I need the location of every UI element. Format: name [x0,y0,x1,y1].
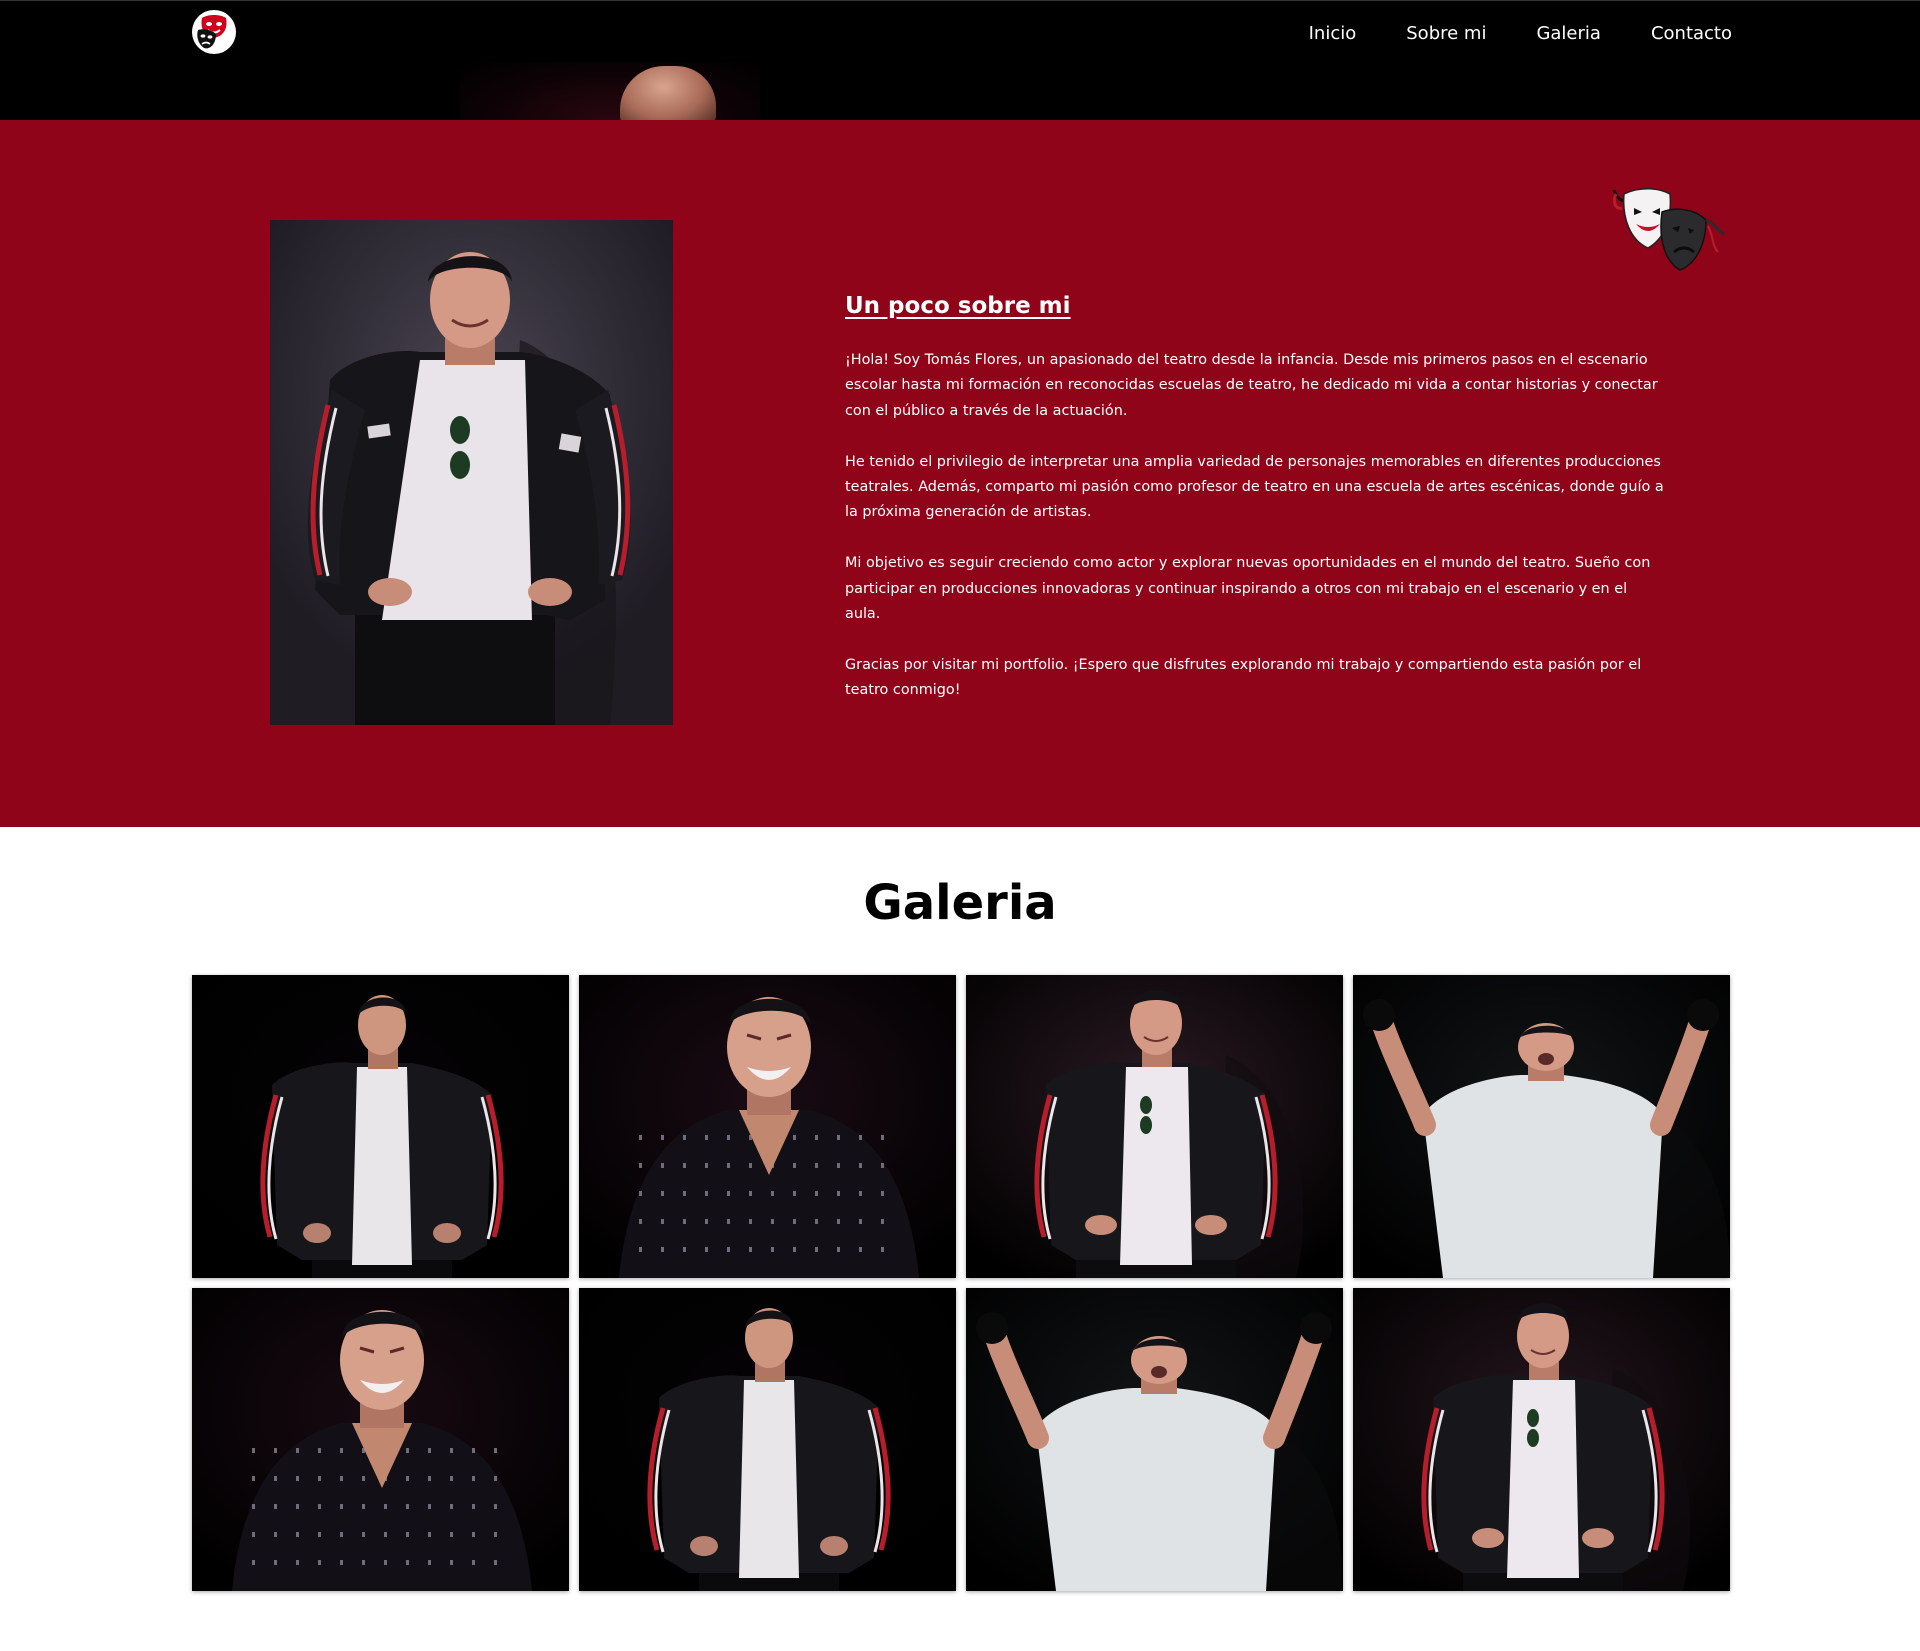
gallery-photo-image [1353,975,1730,1278]
site-header: Inicio Sobre mi Galeria Contacto [0,0,1920,120]
theatre-mask-logo-icon[interactable] [190,8,238,56]
gallery-photo-image [966,975,1343,1278]
about-portrait-photo [270,220,673,725]
about-paragraph: Mi objetivo es seguir creciendo como act… [845,555,1651,623]
nav-link-sobre-mi[interactable]: Sobre mi [1406,20,1486,48]
about-section: Un poco sobre mi ¡Hola! Soy Tomás Flores… [0,120,1920,827]
about-text: ¡Hola! Soy Tomás Flores, un apasionado d… [845,348,1665,729]
gallery-photo-image [579,975,956,1278]
gallery-photo[interactable] [1353,1288,1730,1591]
nav-link-galeria[interactable]: Galeria [1536,20,1601,48]
gallery-photo-image [966,1288,1343,1591]
gallery-photo[interactable] [966,975,1343,1278]
gallery-photo[interactable] [192,975,569,1278]
gallery-grid [192,975,1732,1591]
nav-link-contacto[interactable]: Contacto [1651,20,1732,48]
about-title: Un poco sobre mi [845,293,1071,319]
gallery-photo-image [192,975,569,1278]
about-paragraph: ¡Hola! Soy Tomás Flores, un apasionado d… [845,352,1658,419]
gallery-title: Galeria [863,875,1057,931]
about-paragraph: Gracias por visitar mi portfolio. ¡Esper… [845,656,1642,699]
about-paragraph: He tenido el privilegio de interpretar u… [845,453,1664,521]
gallery-photo[interactable] [579,975,956,1278]
gallery-photo-image [579,1288,956,1591]
nav-link-inicio[interactable]: Inicio [1309,20,1357,48]
main-nav: Inicio Sobre mi Galeria Contacto [1309,20,1732,48]
gallery-photo[interactable] [966,1288,1343,1591]
comedy-tragedy-masks-icon [1608,186,1728,276]
gallery-photo[interactable] [1353,975,1730,1278]
gallery-photo-image [192,1288,569,1591]
gallery-photo[interactable] [579,1288,956,1591]
gallery-photo[interactable] [192,1288,569,1591]
gallery-photo-image [1353,1288,1730,1591]
